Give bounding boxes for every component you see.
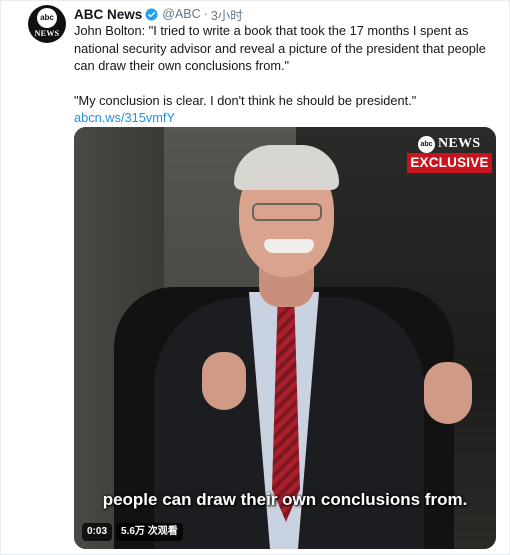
left-hand: [202, 352, 246, 410]
timestamp[interactable]: 3小时: [211, 5, 243, 24]
separator-dot: ·: [203, 7, 208, 21]
tweet-quote: "My conclusion is clear. I don't think h…: [74, 92, 417, 108]
video-duration: 0:03: [82, 523, 113, 541]
logo-news-text: NEWS: [438, 136, 481, 151]
video-info: 0:03 5.6万 次观看: [82, 523, 183, 541]
tweet-paragraph-2: "My conclusion is clear. I don't think h…: [74, 92, 494, 127]
verified-badge-icon: [145, 8, 158, 20]
abc-news-logo: abc NEWS: [418, 133, 480, 155]
tweet[interactable]: abc NEWS ABC News @ABC · 3小时 John Bolton…: [0, 0, 510, 555]
glasses: [252, 203, 322, 221]
tweet-text: John Bolton: "I tried to write a book th…: [74, 22, 494, 144]
logo-abc-circle: abc: [418, 135, 435, 153]
author-name[interactable]: ABC News: [74, 7, 142, 22]
view-count: 5.6万 次观看: [116, 523, 183, 541]
tweet-header: ABC News @ABC · 3小时: [74, 5, 243, 23]
avatar[interactable]: abc NEWS: [28, 5, 66, 43]
avatar-news-text: NEWS: [34, 29, 60, 38]
avatar-abc-logo: abc: [37, 8, 57, 28]
right-hand: [424, 362, 472, 424]
exclusive-badge: EXCLUSIVE: [407, 153, 492, 173]
video-caption: people can draw their own conclusions fr…: [102, 490, 468, 509]
mustache: [264, 239, 314, 253]
author-handle[interactable]: @ABC: [162, 7, 200, 21]
tweet-paragraph-1: John Bolton: "I tried to write a book th…: [74, 23, 486, 73]
hair: [234, 145, 339, 190]
video-player[interactable]: abc NEWS EXCLUSIVE people can draw their…: [74, 127, 496, 549]
tweet-link[interactable]: abcn.ws/315vmfY: [74, 110, 175, 125]
